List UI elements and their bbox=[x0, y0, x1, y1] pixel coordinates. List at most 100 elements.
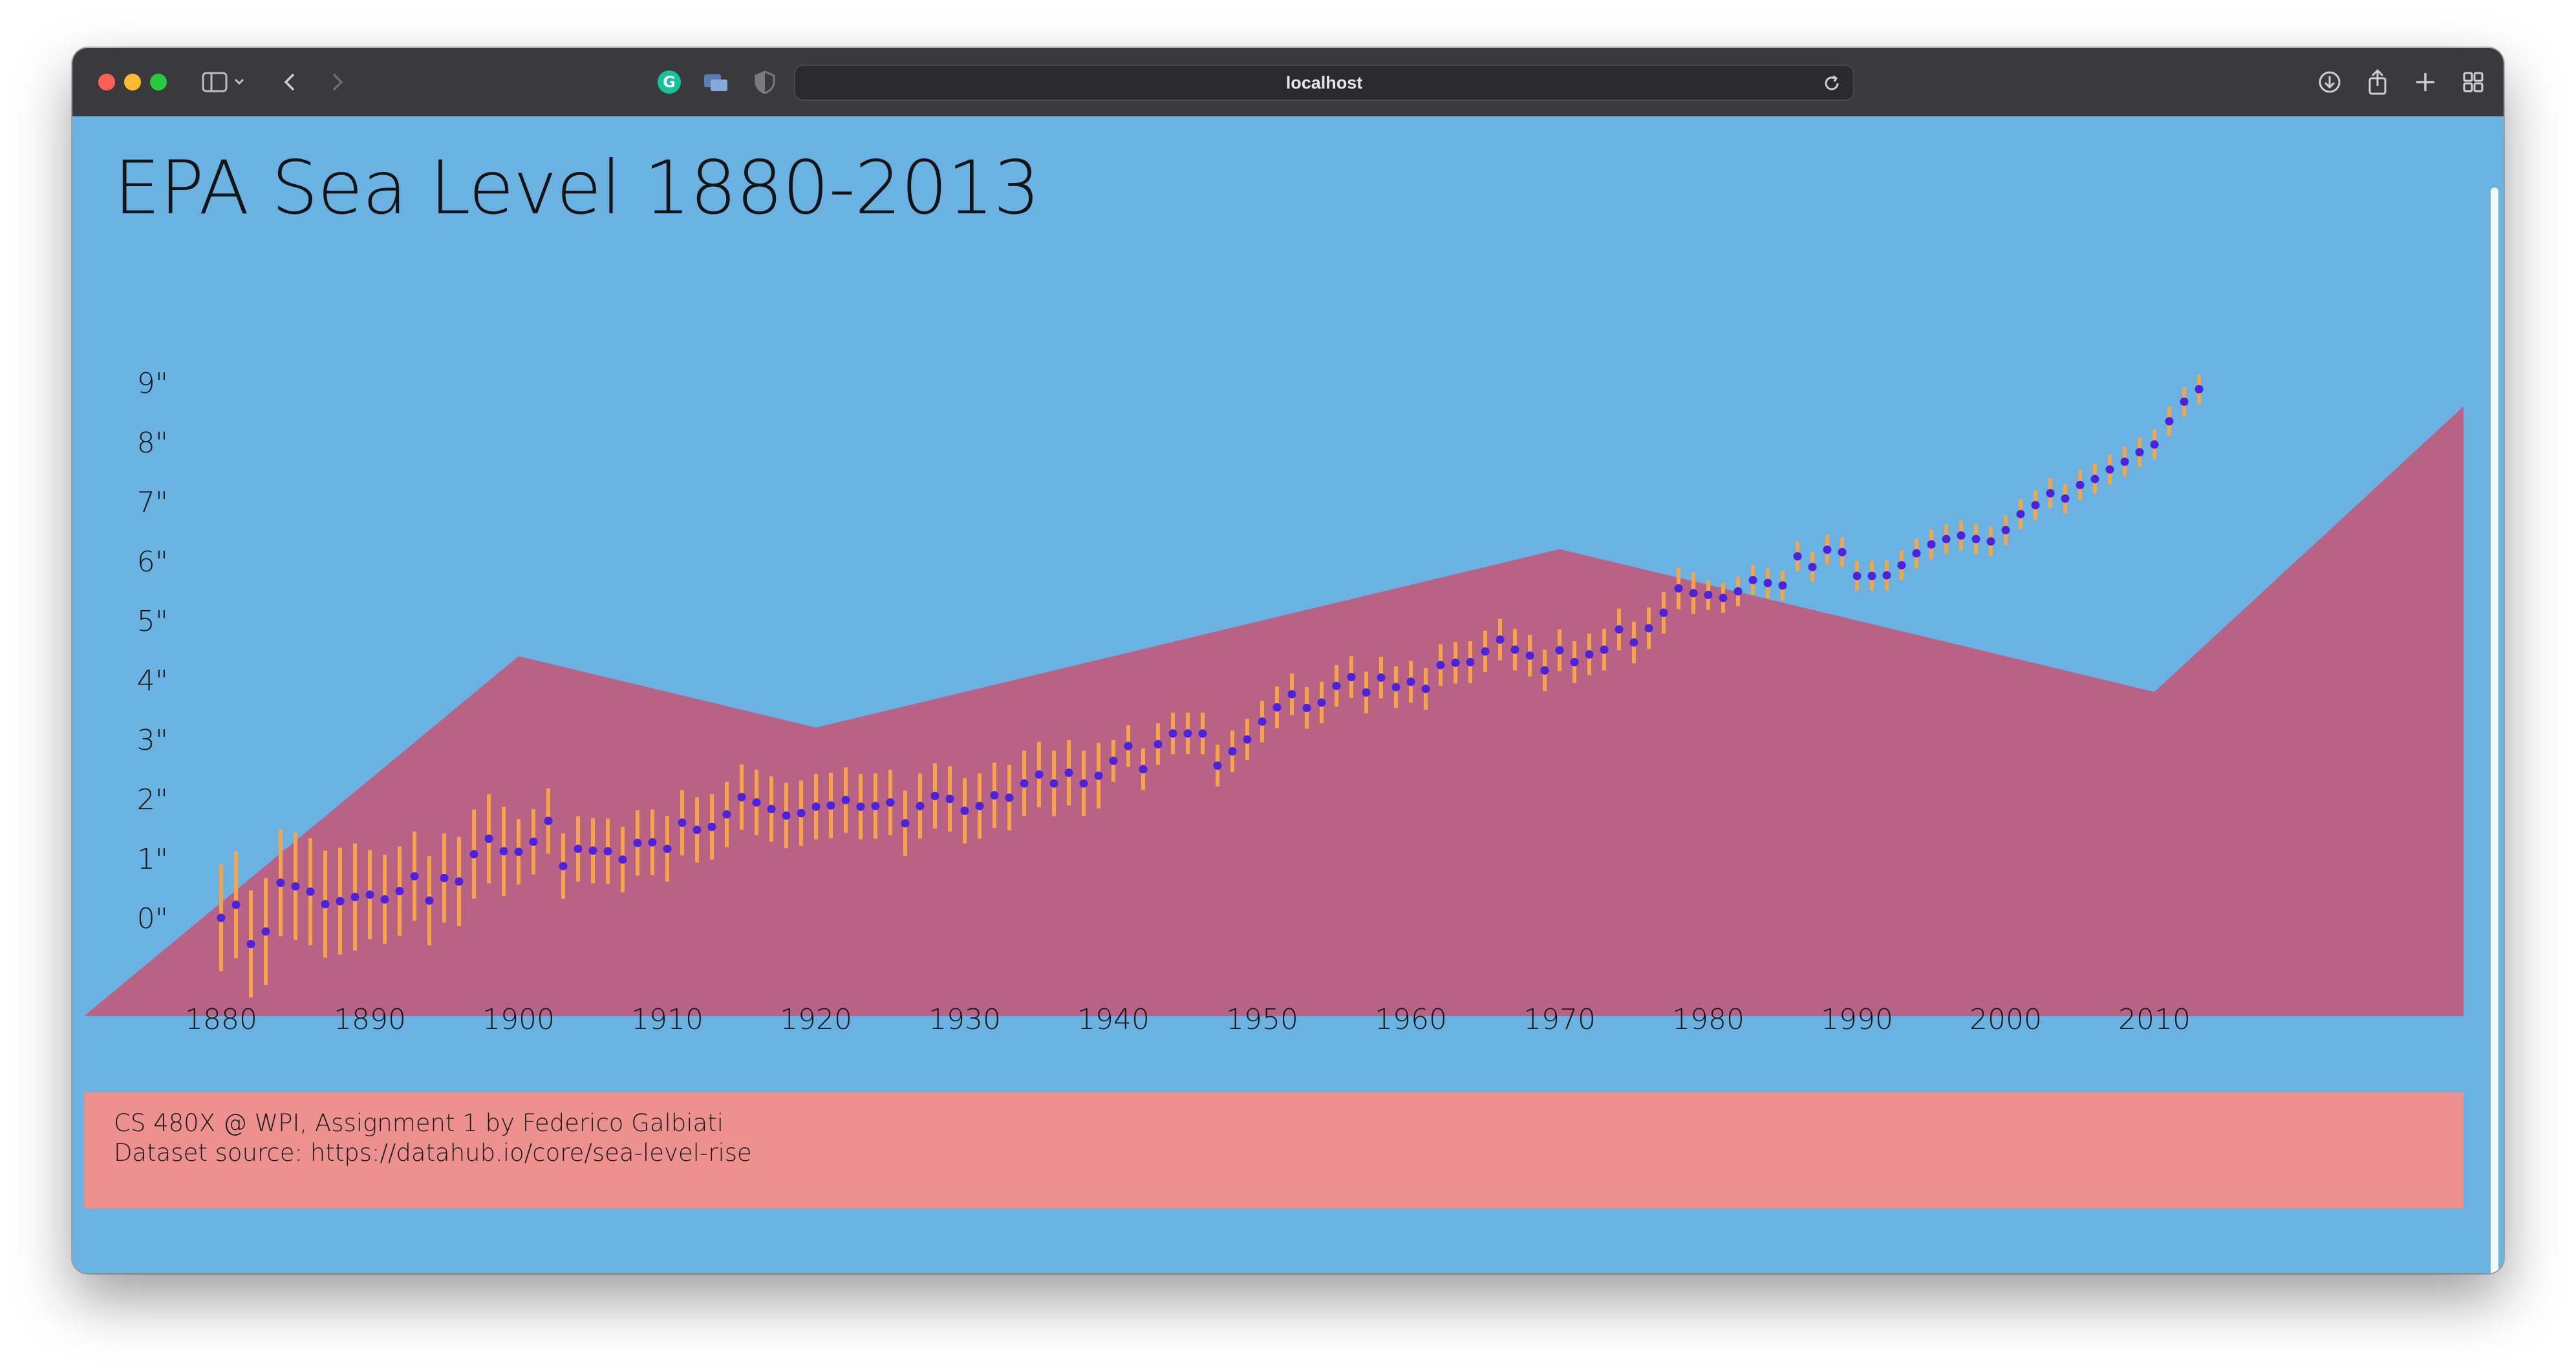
data-point bbox=[2150, 440, 2159, 449]
data-point bbox=[1094, 771, 1103, 780]
data-point bbox=[2195, 385, 2204, 394]
download-icon[interactable] bbox=[2313, 65, 2346, 100]
y-tick-label: 9" bbox=[137, 367, 168, 400]
footer: CS 480X @ WPI, Assignment 1 by Federico … bbox=[84, 1092, 2463, 1209]
data-point bbox=[1213, 761, 1222, 770]
data-point bbox=[217, 913, 226, 922]
url-text: localhost bbox=[1285, 73, 1363, 92]
sidebar-icon[interactable] bbox=[198, 65, 250, 100]
data-point bbox=[1882, 571, 1891, 580]
data-point bbox=[1615, 625, 1624, 634]
footer-credit: CS 480X @ WPI, Assignment 1 by Federico … bbox=[114, 1109, 724, 1137]
x-tick-label: 1980 bbox=[1672, 1003, 1744, 1036]
data-point bbox=[797, 809, 806, 818]
zoom-window-button[interactable] bbox=[150, 74, 167, 90]
data-point bbox=[1168, 729, 1177, 738]
browser-window: G localhost 0" 1" 2" 3" 4" 5" 6" 7" 8" 9" 1880 1890… bbox=[72, 48, 2504, 1273]
data-point bbox=[1302, 703, 1311, 712]
data-point bbox=[291, 882, 300, 891]
data-point bbox=[1540, 666, 1549, 675]
data-point bbox=[440, 873, 449, 882]
x-tick-label: 2000 bbox=[1970, 1003, 2042, 1036]
data-point bbox=[633, 838, 642, 847]
data-point bbox=[1332, 681, 1341, 690]
minimize-window-button[interactable] bbox=[124, 74, 141, 90]
data-point bbox=[410, 872, 419, 881]
data-point bbox=[1377, 673, 1386, 682]
data-point bbox=[1317, 698, 1326, 707]
data-point bbox=[811, 802, 821, 811]
data-point bbox=[1124, 741, 1133, 750]
data-point bbox=[2001, 525, 2010, 535]
data-point bbox=[2090, 474, 2099, 483]
data-point bbox=[1272, 703, 1282, 712]
x-tick-label: 1920 bbox=[780, 1003, 852, 1036]
footer-source: Dataset source: https://datahub.io/core/… bbox=[114, 1139, 752, 1167]
y-tick-label: 3" bbox=[137, 724, 168, 757]
x-tick-label: 1930 bbox=[928, 1003, 1001, 1036]
data-point bbox=[365, 890, 374, 899]
close-window-button[interactable] bbox=[98, 74, 115, 90]
x-tick-label: 1960 bbox=[1375, 1003, 1447, 1036]
data-point bbox=[1020, 779, 1029, 788]
data-point bbox=[380, 895, 389, 904]
grid-icon[interactable] bbox=[2457, 65, 2489, 100]
data-point bbox=[1674, 584, 1683, 593]
y-tick-label: 4" bbox=[137, 664, 168, 697]
data-point bbox=[1793, 552, 1802, 561]
data-point bbox=[1347, 672, 1356, 681]
data-point bbox=[499, 847, 508, 856]
data-point bbox=[1942, 535, 1951, 544]
data-point bbox=[1971, 535, 1980, 544]
chevron-left-icon[interactable] bbox=[274, 65, 306, 100]
shield-icon[interactable] bbox=[749, 65, 781, 100]
data-point bbox=[678, 818, 687, 827]
data-point bbox=[990, 791, 999, 800]
data-point bbox=[2165, 417, 2174, 426]
plus-icon[interactable] bbox=[2409, 65, 2442, 100]
data-point bbox=[529, 837, 538, 846]
data-point bbox=[1585, 650, 1594, 659]
data-point bbox=[871, 801, 880, 811]
data-point bbox=[336, 897, 345, 906]
data-point bbox=[886, 798, 895, 807]
data-point bbox=[2135, 448, 2144, 457]
data-point bbox=[588, 846, 597, 855]
data-point bbox=[574, 844, 583, 853]
data-point bbox=[1719, 593, 1728, 602]
data-point bbox=[1064, 769, 1073, 778]
data-point bbox=[1912, 549, 1921, 558]
area-series bbox=[84, 406, 2463, 1016]
data-point bbox=[1391, 683, 1401, 692]
x-tick-label: 2010 bbox=[2118, 1003, 2191, 1036]
data-point bbox=[1035, 770, 1044, 779]
x-tick-label: 1880 bbox=[185, 1003, 257, 1036]
chevron-right-icon[interactable] bbox=[321, 65, 353, 100]
data-point bbox=[246, 939, 255, 948]
data-point bbox=[1644, 624, 1653, 633]
data-point bbox=[469, 850, 478, 859]
data-point bbox=[1362, 688, 1371, 697]
data-point bbox=[916, 801, 925, 811]
scrollbar-thumb[interactable] bbox=[2491, 187, 2498, 1273]
data-point bbox=[737, 792, 746, 801]
data-point bbox=[306, 887, 315, 897]
scrollbar[interactable] bbox=[2488, 187, 2501, 1273]
x-tick-label: 1940 bbox=[1077, 1003, 1150, 1036]
data-point bbox=[2076, 480, 2085, 489]
data-point bbox=[663, 844, 672, 853]
data-point bbox=[1228, 747, 1237, 756]
data-point bbox=[514, 847, 523, 856]
grammarly-icon[interactable]: G bbox=[653, 65, 685, 100]
data-point bbox=[1287, 690, 1296, 699]
tab-overview-icon[interactable] bbox=[700, 65, 732, 100]
data-point bbox=[856, 802, 865, 811]
address-bar[interactable]: localhost bbox=[794, 65, 1854, 101]
data-point bbox=[1778, 581, 1787, 590]
data-point bbox=[1704, 590, 1713, 599]
share-icon[interactable] bbox=[2361, 65, 2394, 100]
y-tick-label: 6" bbox=[137, 546, 168, 578]
data-point bbox=[2061, 494, 2070, 503]
data-point bbox=[1600, 645, 1609, 654]
reload-icon[interactable] bbox=[1821, 72, 1843, 97]
